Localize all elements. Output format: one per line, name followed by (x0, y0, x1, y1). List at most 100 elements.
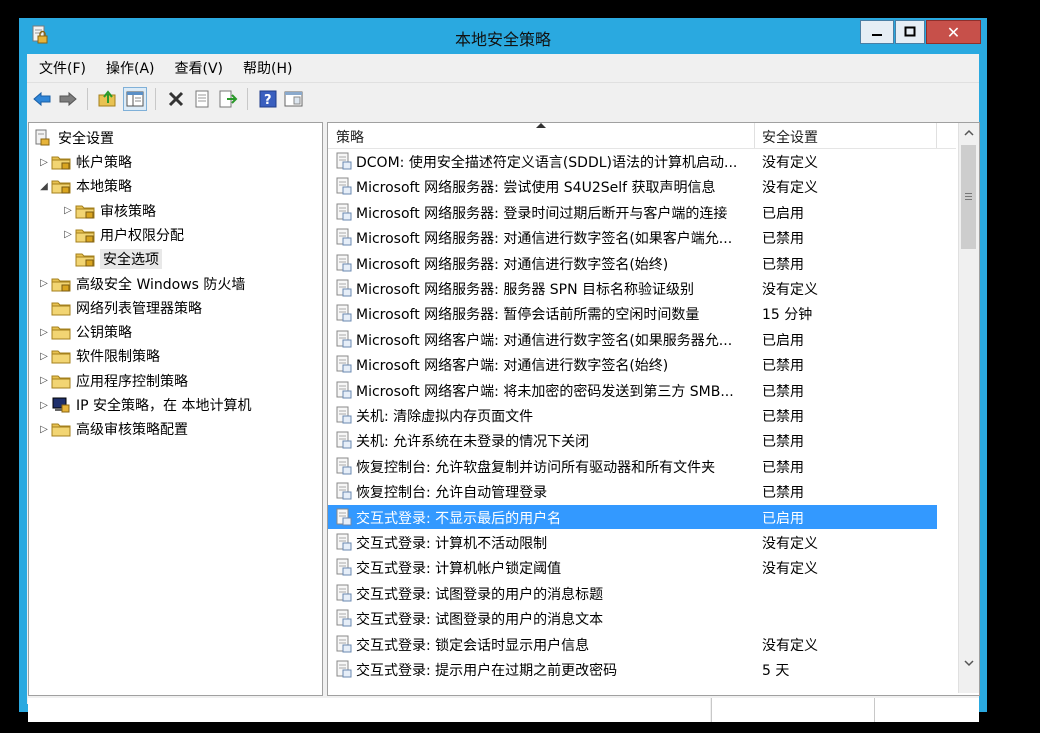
navigation-tree[interactable]: 安全设置 ▷ 帐户策略 ◢ 本地策略 ▷ 审核策略 ▷ 用户权限分配 安全选项 ▷ 高级安全 Win… (28, 122, 323, 696)
tree-app-control[interactable]: ▷ 应用程序控制策略 (37, 370, 188, 392)
policy-row[interactable]: Microsoft 网络服务器: 服务器 SPN 目标名称验证级别 没有定义 (328, 276, 937, 300)
policy-setting: 没有定义 (762, 561, 818, 578)
policy-name: Microsoft 网络服务器: 服务器 SPN 目标名称验证级别 (356, 282, 695, 298)
policy-row[interactable]: 交互式登录: 锁定会话时显示用户信息 没有定义 (328, 632, 937, 656)
column-divider[interactable] (754, 123, 755, 148)
collapse-arrow-icon[interactable]: ◢ (37, 181, 51, 192)
policy-setting: 15 分钟 (762, 307, 813, 324)
forward-arrow-icon[interactable] (57, 88, 79, 110)
delete-icon[interactable] (165, 88, 187, 110)
policy-icon (335, 330, 353, 348)
policy-icon (335, 406, 353, 424)
up-folder-icon[interactable] (97, 88, 119, 110)
policy-row[interactable]: Microsoft 网络客户端: 将未加密的密码发送到第三方 SMB... 已禁用 (328, 378, 937, 402)
tree-user-rights[interactable]: ▷ 用户权限分配 (61, 224, 184, 246)
help-icon[interactable]: ? (257, 88, 279, 110)
scrollbar-thumb[interactable] (961, 145, 976, 249)
tree-advanced-audit[interactable]: ▷ 高级审核策略配置 (37, 418, 188, 440)
tree-account-policies[interactable]: ▷ 帐户策略 (37, 151, 132, 173)
menu-file[interactable]: 文件(F) (39, 58, 86, 78)
export-list-icon[interactable] (217, 88, 239, 110)
tree-root-label: 安全设置 (58, 131, 114, 147)
tree-firewall[interactable]: ▷ 高级安全 Windows 防火墙 (37, 273, 245, 295)
policy-row[interactable]: Microsoft 网络服务器: 对通信进行数字签名(如果客户端允... 已禁用 (328, 225, 937, 249)
expand-arrow-icon[interactable]: ▷ (37, 375, 51, 386)
policy-row[interactable]: DCOM: 使用安全描述符定义语言(SDDL)语法的计算机启动... 没有定义 (328, 149, 937, 173)
tree-local-policies[interactable]: ◢ 本地策略 (37, 175, 132, 197)
policy-row[interactable]: 交互式登录: 试图登录的用户的消息文本 (328, 606, 937, 630)
expand-arrow-icon[interactable]: ▷ (37, 278, 51, 289)
policy-name: Microsoft 网络客户端: 对通信进行数字签名(始终) (356, 358, 669, 375)
tree-public-key[interactable]: ▷ 公钥策略 (37, 321, 132, 343)
column-header-setting[interactable]: 安全设置 (762, 127, 818, 147)
policy-icon (335, 355, 353, 373)
policy-row[interactable]: Microsoft 网络客户端: 对通信进行数字签名(始终) 已禁用 (328, 352, 937, 376)
policy-name: 交互式登录: 计算机帐户锁定阈值 (356, 561, 562, 578)
policy-name: Microsoft 网络服务器: 登录时间过期后断开与客户端的连接 (356, 205, 728, 222)
policy-icon (335, 635, 353, 653)
expand-arrow-icon[interactable]: ▷ (37, 400, 51, 411)
policy-name: 恢复控制台: 允许自动管理登录 (356, 485, 548, 502)
expand-arrow-icon[interactable]: ▷ (61, 205, 75, 216)
policy-name: 交互式登录: 锁定会话时显示用户信息 (356, 637, 590, 654)
policy-row[interactable]: 交互式登录: 不显示最后的用户名 已启用 (328, 504, 937, 529)
policy-row[interactable]: 交互式登录: 试图登录的用户的消息标题 (328, 581, 937, 605)
policy-name: 交互式登录: 计算机不活动限制 (356, 536, 548, 552)
menu-help[interactable]: 帮助(H) (243, 58, 292, 78)
menu-action[interactable]: 操作(A) (106, 58, 155, 78)
scroll-up-icon[interactable] (959, 123, 979, 143)
menu-view[interactable]: 查看(V) (175, 58, 224, 78)
title-bar[interactable]: 本地安全策略 ✕ (19, 18, 987, 54)
vertical-scrollbar[interactable] (958, 123, 979, 693)
show-hide-tree-icon[interactable] (123, 87, 147, 111)
policy-row[interactable]: 交互式登录: 计算机帐户锁定阈值 没有定义 (328, 555, 937, 579)
policy-row[interactable]: 关机: 允许系统在未登录的情况下关闭 已禁用 (328, 428, 937, 452)
policy-row[interactable]: Microsoft 网络服务器: 登录时间过期后断开与客户端的连接 已启用 (328, 200, 937, 224)
tree-security-options[interactable]: 安全选项 (61, 248, 162, 270)
tree-ipsec[interactable]: ▷ IP 安全策略，在 本地计算机 (37, 394, 251, 416)
app-window: 本地安全策略 ✕ 文件(F) 操作(A) 查看(V) 帮助(H) ? 安全设置 … (19, 18, 987, 722)
policy-row[interactable]: 恢复控制台: 允许自动管理登录 已禁用 (328, 479, 937, 503)
back-arrow-icon[interactable] (31, 88, 53, 110)
policy-row[interactable]: 交互式登录: 计算机不活动限制 没有定义 (328, 530, 937, 554)
policy-setting: 已启用 (762, 332, 804, 349)
expand-arrow-icon[interactable]: ▷ (37, 327, 51, 338)
tree-software-restriction[interactable]: ▷ 软件限制策略 (37, 345, 160, 367)
close-button[interactable]: ✕ (926, 20, 981, 44)
column-header-policy[interactable]: 策略 (336, 127, 364, 147)
policy-icon (335, 609, 353, 627)
tree-network-list[interactable]: 网络列表管理器策略 (37, 297, 202, 319)
toolbar: ? (27, 82, 979, 115)
expand-arrow-icon[interactable]: ▷ (37, 157, 51, 168)
tree-audit-policy[interactable]: ▷ 审核策略 (61, 200, 156, 222)
policy-row[interactable]: Microsoft 网络服务器: 暂停会话前所需的空闲时间数量 15 分钟 (328, 301, 937, 325)
folder-icon (51, 420, 71, 438)
expand-arrow-icon[interactable]: ▷ (37, 351, 51, 362)
policy-name: 交互式登录: 试图登录的用户的消息文本 (356, 612, 604, 629)
policy-icon (335, 152, 353, 170)
policy-setting: 已禁用 (762, 256, 804, 273)
tree-node-label: 审核策略 (100, 203, 156, 220)
console-view-icon[interactable] (283, 88, 305, 110)
policy-icon (335, 254, 353, 272)
policy-row[interactable]: Microsoft 网络服务器: 尝试使用 S4U2Self 获取声明信息 没有定… (328, 174, 937, 198)
policy-row[interactable]: Microsoft 网络客户端: 对通信进行数字签名(如果服务器允... 已启用 (328, 327, 937, 351)
expand-arrow-icon[interactable]: ▷ (61, 229, 75, 240)
minimize-button[interactable] (860, 20, 894, 44)
expand-arrow-icon[interactable]: ▷ (37, 424, 51, 435)
policy-list[interactable]: 策略 安全设置 DCOM: 使用安全描述符定义语言(SDDL)语法的计算机启动.… (327, 122, 980, 696)
policy-name: DCOM: 使用安全描述符定义语言(SDDL)语法的计算机启动... (356, 155, 738, 171)
policy-row[interactable]: 交互式登录: 提示用户在过期之前更改密码 5 天 (328, 657, 937, 681)
tree-node-label: 网络列表管理器策略 (76, 300, 202, 317)
maximize-button[interactable] (895, 20, 925, 44)
scroll-down-icon[interactable] (959, 653, 979, 673)
policy-row[interactable]: 关机: 清除虚拟内存页面文件 已禁用 (328, 403, 937, 427)
column-divider[interactable] (936, 123, 937, 148)
policy-name: Microsoft 网络服务器: 尝试使用 S4U2Self 获取声明信息 (356, 180, 716, 197)
policy-row[interactable]: 恢复控制台: 允许软盘复制并访问所有驱动器和所有文件夹 已禁用 (328, 454, 937, 478)
tree-node-label: 公钥策略 (76, 325, 132, 342)
policy-icon (335, 457, 353, 475)
tree-root-security-settings[interactable]: 安全设置 (33, 127, 114, 149)
properties-icon[interactable] (191, 88, 213, 110)
policy-row[interactable]: Microsoft 网络服务器: 对通信进行数字签名(始终) 已禁用 (328, 251, 937, 275)
